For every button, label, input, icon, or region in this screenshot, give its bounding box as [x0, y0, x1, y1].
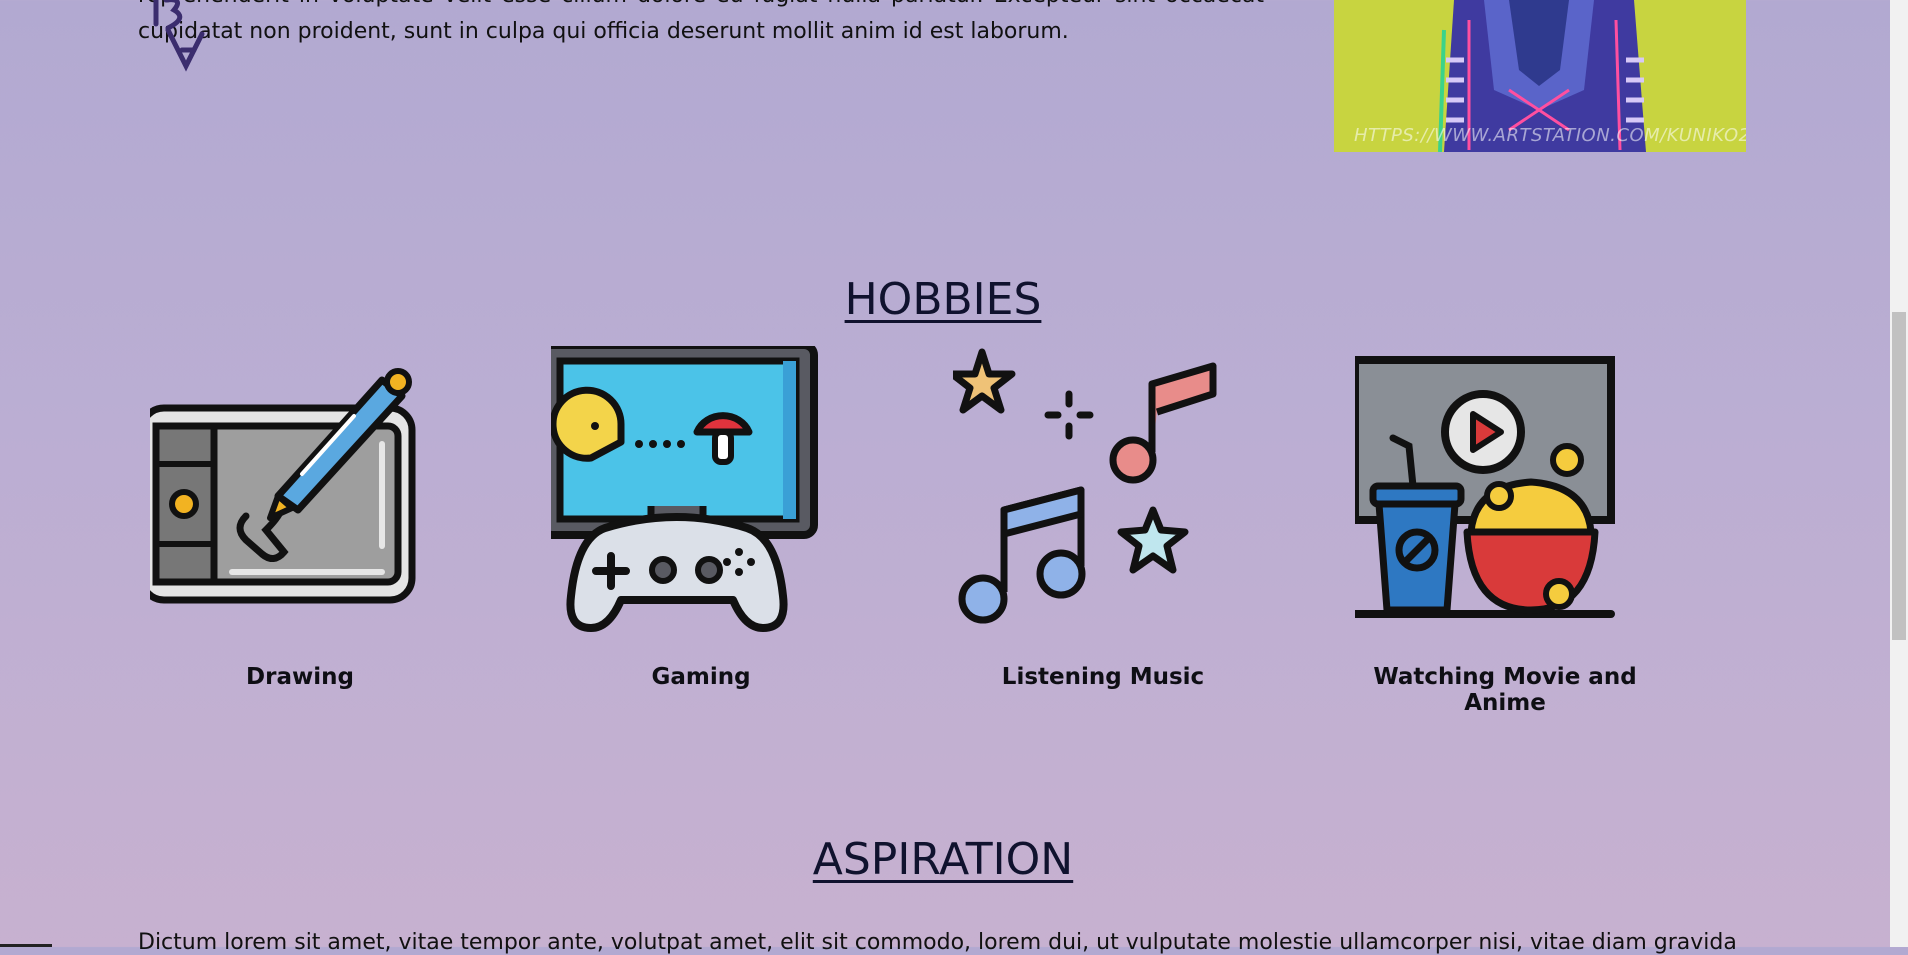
- hobbies-heading: HOBBIES: [844, 274, 1042, 325]
- scrollbar-thumb[interactable]: [1892, 312, 1906, 640]
- hobby-label-drawing: Drawing: [246, 664, 354, 690]
- drawing-tablet-icon: [150, 368, 416, 604]
- hobby-card-music: Listening Music: [953, 346, 1253, 706]
- hobby-card-drawing: Drawing: [150, 346, 450, 706]
- hobby-card-movie-anime: Watching Movie and Anime: [1355, 346, 1655, 716]
- hobby-label-movie-anime: Watching Movie and Anime: [1373, 664, 1637, 716]
- hobby-label-gaming: Gaming: [651, 664, 751, 690]
- hobby-card-gaming: Gaming: [551, 346, 851, 706]
- character-portrait-image: HTTPS://WWW.ARTSTATION.COM/KUNIKO251: [1334, 0, 1746, 152]
- intro-paragraph: reprehenderit in voluptate velit esse ci…: [138, 0, 1264, 44]
- aspiration-heading: ASPIRATION: [812, 834, 1074, 885]
- hobby-label-music: Listening Music: [1001, 664, 1205, 690]
- page: reprehenderit in voluptate velit esse ci…: [0, 0, 1890, 955]
- page-scrollbar[interactable]: [1890, 0, 1908, 947]
- movie-popcorn-icon: [1355, 356, 1615, 618]
- music-notes-icon: [953, 348, 1217, 624]
- site-logo-icon[interactable]: [148, 0, 218, 74]
- portrait-credit-watermark: HTTPS://WWW.ARTSTATION.COM/KUNIKO251: [1354, 125, 1746, 146]
- game-controller-icon: [551, 346, 818, 632]
- aspiration-paragraph: Dictum lorem sit amet, vitae tempor ante…: [138, 930, 1738, 955]
